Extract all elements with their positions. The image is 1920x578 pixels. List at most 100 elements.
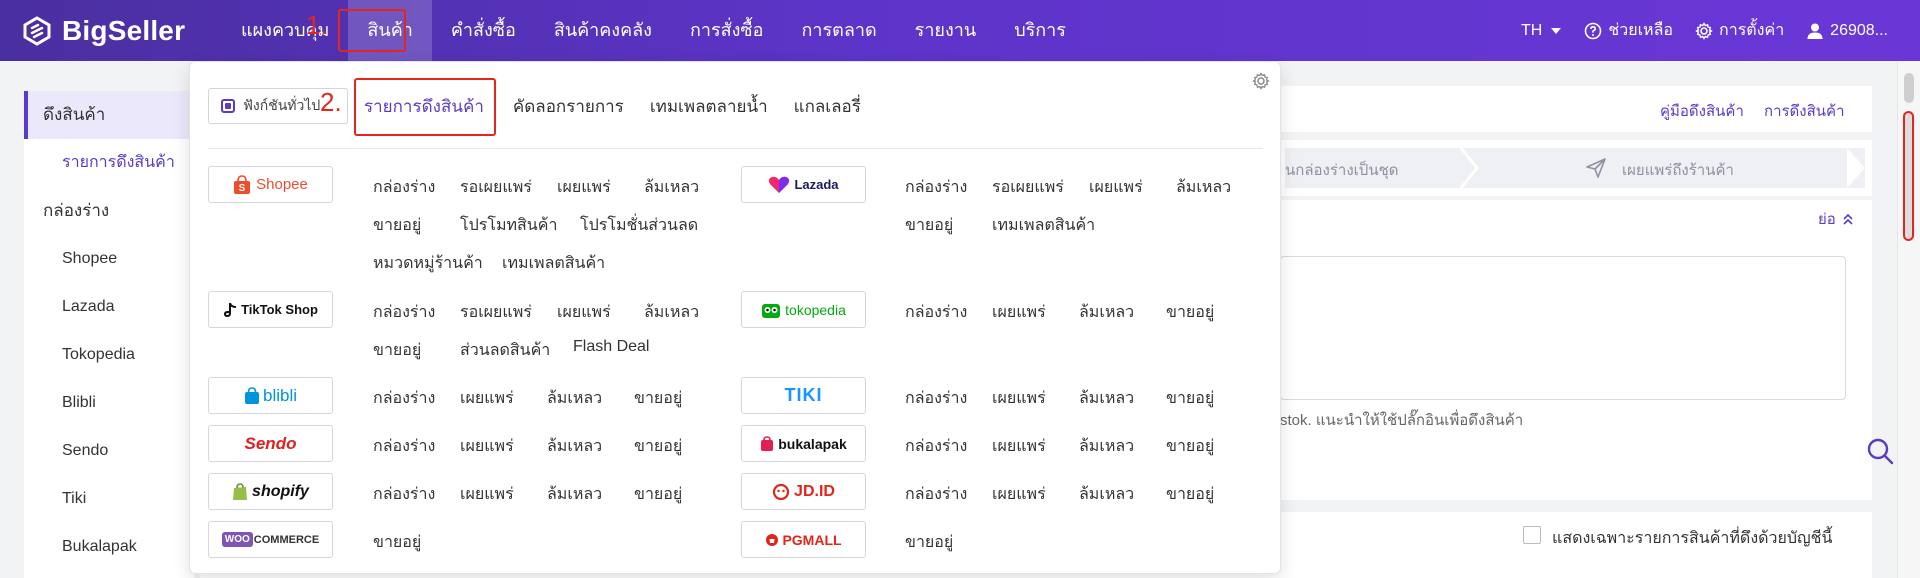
plugin-icon — [221, 99, 235, 113]
tiki-link-live[interactable]: ขายอยู่ — [1166, 386, 1214, 411]
sidebar-item-lazada[interactable]: Lazada — [24, 283, 194, 331]
jdid-link-draft[interactable]: กล่องร่าง — [905, 482, 967, 507]
bukalapak-logo[interactable]: bukalapak — [741, 425, 866, 462]
sendo-link-published[interactable]: เผยแพร่ — [460, 434, 514, 459]
nav-marketing[interactable]: การตลาด — [782, 0, 895, 61]
bukalapak-link-draft[interactable]: กล่องร่าง — [905, 434, 967, 459]
sendo-logo[interactable]: Sendo — [208, 425, 333, 462]
bukalapak-link-failed[interactable]: ล้มเหลว — [1079, 434, 1134, 459]
tokopedia-link-failed[interactable]: ล้มเหลว — [1079, 300, 1134, 325]
shopee-link-failed[interactable]: ล้มเหลว — [644, 175, 699, 200]
pgmall-link-live[interactable]: ขายอยู่ — [905, 530, 953, 555]
jdid-link-live[interactable]: ขายอยู่ — [1166, 482, 1214, 507]
lazada-link-published[interactable]: เผยแพร่ — [1089, 175, 1143, 200]
tiktok-link-failed[interactable]: ล้มเหลว — [644, 300, 699, 325]
logo[interactable]: BigSeller — [22, 15, 222, 47]
tiki-link-published[interactable]: เผยแพร่ — [992, 386, 1046, 411]
sidebar-item-blibli[interactable]: Blibli — [24, 379, 194, 427]
bukalapak-link-published[interactable]: เผยแพร่ — [992, 434, 1046, 459]
nav-reports[interactable]: รายงาน — [896, 0, 996, 61]
tiktok-link-live[interactable]: ขายอยู่ — [373, 338, 421, 363]
scrollbar-thumb[interactable] — [1903, 111, 1914, 241]
shopee-link-discount[interactable]: โปรโมชั่นส่วนลด — [580, 213, 698, 238]
shopify-link-draft[interactable]: กล่องร่าง — [373, 482, 435, 507]
nav-dashboard[interactable]: แผงควบคุม — [222, 0, 348, 61]
shopee-link-live[interactable]: ขายอยู่ — [373, 213, 421, 238]
shopee-link-boost[interactable]: โปรโมทสินค้า — [460, 213, 557, 238]
tiki-link-failed[interactable]: ล้มเหลว — [1079, 386, 1134, 411]
blibli-link-live[interactable]: ขายอยู่ — [634, 386, 682, 411]
tab-watermark-template[interactable]: เทมเพลตลายน้ำ — [637, 94, 781, 120]
language-selector[interactable]: TH — [1521, 22, 1562, 40]
help-link[interactable]: ช่วยเหลือ — [1584, 18, 1673, 43]
pull-products-link[interactable]: การดึงสินค้า — [1764, 99, 1845, 123]
sendo-link-live[interactable]: ขายอยู่ — [634, 434, 682, 459]
lazada-link-draft[interactable]: กล่องร่าง — [905, 175, 967, 200]
lazada-link-failed[interactable]: ล้มเหลว — [1176, 175, 1231, 200]
lazada-link-pending[interactable]: รอเผยแพร่ — [992, 175, 1064, 200]
woocommerce-logo[interactable]: WOO COMMERCE — [208, 521, 333, 558]
tokopedia-link-published[interactable]: เผยแพร่ — [992, 300, 1046, 325]
sidebar-item-tiki[interactable]: Tiki — [24, 475, 194, 523]
sendo-link-failed[interactable]: ล้มเหลว — [547, 434, 602, 459]
blibli-logo[interactable]: blibli — [208, 377, 333, 414]
shopee-link-shop-category[interactable]: หมวดหมู่ร้านค้า — [373, 251, 483, 276]
shopify-logo[interactable]: shopify — [208, 473, 333, 510]
lazada-link-product-template[interactable]: เทมเพลตสินค้า — [992, 213, 1095, 238]
blibli-link-published[interactable]: เผยแพร่ — [460, 386, 514, 411]
user-menu[interactable]: 26908... — [1806, 22, 1888, 40]
blibli-link-draft[interactable]: กล่องร่าง — [373, 386, 435, 411]
tiktok-link-pending[interactable]: รอเผยแพร่ — [460, 300, 532, 325]
sidebar-item-tokopedia[interactable]: Tokopedia — [24, 331, 194, 379]
shopee-link-published[interactable]: เผยแพร่ — [557, 175, 611, 200]
tiktok-link-published[interactable]: เผยแพร่ — [557, 300, 611, 325]
url-textarea[interactable] — [1280, 256, 1846, 400]
tokopedia-link-live[interactable]: ขายอยู่ — [1166, 300, 1214, 325]
gear-icon[interactable] — [1252, 72, 1270, 90]
tiki-logo[interactable]: TIKI — [741, 377, 866, 414]
tokopedia-link-draft[interactable]: กล่องร่าง — [905, 300, 967, 325]
pgmall-logo[interactable]: PGMALL — [741, 521, 866, 558]
woocommerce-link-live[interactable]: ขายอยู่ — [373, 530, 421, 555]
tiki-link-draft[interactable]: กล่องร่าง — [905, 386, 967, 411]
sidebar-item-sendo[interactable]: Sendo — [24, 427, 194, 475]
page-scrollbar[interactable] — [1897, 61, 1920, 578]
lazada-link-live[interactable]: ขายอยู่ — [905, 213, 953, 238]
sidebar-item-pull-products[interactable]: ดึงสินค้า — [24, 91, 194, 139]
shopify-link-failed[interactable]: ล้มเหลว — [547, 482, 602, 507]
shopify-link-published[interactable]: เผยแพร่ — [460, 482, 514, 507]
sidebar-item-shopee[interactable]: Shopee — [24, 235, 194, 283]
nav-orders[interactable]: คำสั่งซื้อ — [432, 0, 535, 61]
jdid-link-published[interactable]: เผยแพร่ — [992, 482, 1046, 507]
blibli-link-failed[interactable]: ล้มเหลว — [547, 386, 602, 411]
tiktok-shop-logo[interactable]: TikTok Shop — [208, 291, 333, 328]
jdid-logo[interactable]: JD.ID — [741, 473, 866, 510]
sidebar-item-draft-box[interactable]: กล่องร่าง — [24, 187, 194, 235]
tiktok-link-discount[interactable]: ส่วนลดสินค้า — [460, 338, 550, 363]
search-icon[interactable] — [1866, 437, 1894, 465]
shopee-link-pending[interactable]: รอเผยแพร่ — [460, 175, 532, 200]
tiktok-link-draft[interactable]: กล่องร่าง — [373, 300, 435, 325]
bukalapak-link-live[interactable]: ขายอยู่ — [1166, 434, 1214, 459]
nav-purchase[interactable]: การสั่งซื้อ — [671, 0, 782, 61]
lazada-heart-icon — [769, 176, 790, 193]
tab-gallery[interactable]: แกลเลอรี่ — [781, 94, 874, 120]
own-account-checkbox[interactable] — [1523, 526, 1541, 544]
tiktok-link-flash-deal[interactable]: Flash Deal — [573, 338, 649, 356]
guide-link[interactable]: คู่มือดึงสินค้า — [1660, 99, 1744, 123]
shopify-link-live[interactable]: ขายอยู่ — [634, 482, 682, 507]
shopee-link-draft[interactable]: กล่องร่าง — [373, 175, 435, 200]
sidebar-item-bukalapak[interactable]: Bukalapak — [24, 523, 194, 571]
jdid-link-failed[interactable]: ล้มเหลว — [1079, 482, 1134, 507]
collapse-toggle[interactable]: ย่อ — [1818, 207, 1854, 231]
sendo-link-draft[interactable]: กล่องร่าง — [373, 434, 435, 459]
tab-copy-listing[interactable]: คัดลอกรายการ — [500, 94, 637, 120]
lazada-logo[interactable]: Lazada — [741, 166, 866, 203]
nav-services[interactable]: บริการ — [995, 0, 1085, 61]
shopee-link-product-template[interactable]: เทมเพลตสินค้า — [502, 251, 605, 276]
shopee-logo[interactable]: S Shopee — [208, 166, 333, 203]
settings-link[interactable]: การตั้งค่า — [1695, 18, 1784, 43]
tokopedia-logo[interactable]: tokopedia — [741, 291, 866, 328]
nav-inventory[interactable]: สินค้าคงคลัง — [535, 0, 671, 61]
sidebar-item-pull-list[interactable]: รายการดึงสินค้า — [24, 139, 194, 187]
